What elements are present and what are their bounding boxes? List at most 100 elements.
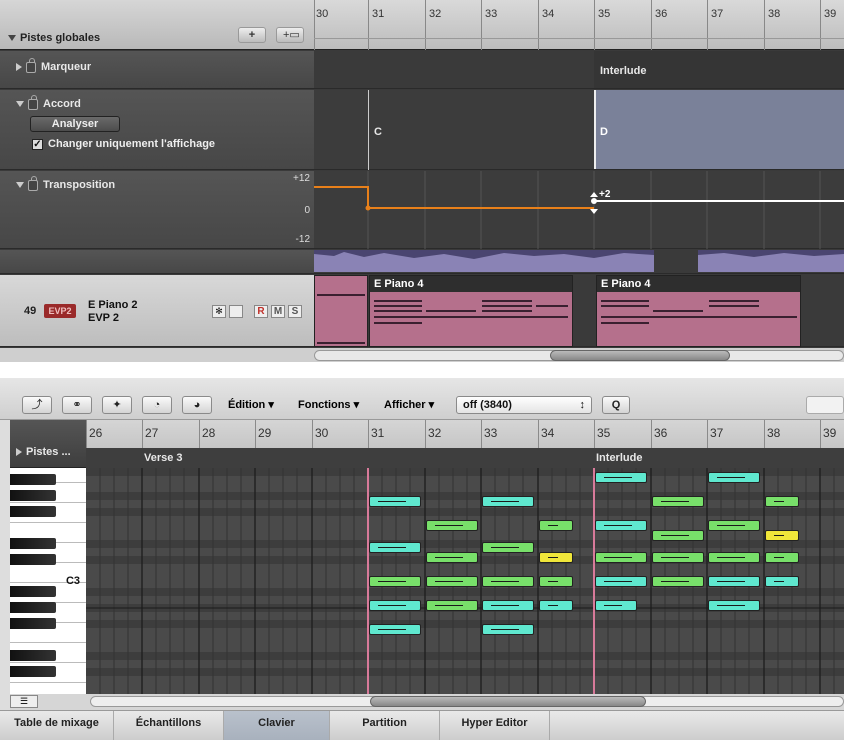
functions-menu[interactable]: Fonctions ▾ [298,398,359,411]
evp-instrument-icon[interactable]: EVP2 [44,304,76,318]
marker-interlude[interactable]: Interlude [600,65,646,77]
midi-note[interactable] [708,552,760,563]
midi-region-e-piano-4[interactable]: E Piano 4 [369,275,573,347]
midi-note[interactable] [595,576,647,587]
midi-note[interactable] [708,472,760,483]
disclosure-triangle-icon[interactable] [16,101,24,108]
marker-verse-3[interactable]: Verse 3 [144,452,183,464]
scroll-thumb[interactable] [370,696,646,707]
midi-note[interactable] [765,530,799,541]
chord-region-d[interactable] [594,90,844,169]
midi-note[interactable] [426,600,478,611]
midi-note[interactable] [539,552,573,563]
add-global-track-button[interactable]: + [238,27,266,43]
note-grid[interactable] [86,468,844,700]
midi-region-e-piano-4[interactable]: E Piano 4 [596,275,801,347]
chord-track-lane[interactable]: C D [314,90,844,170]
tab-piano-roll[interactable]: Clavier [224,711,330,740]
disclosure-triangle-icon[interactable] [16,63,22,72]
marker-track-lane[interactable]: Interlude [314,51,844,89]
lock-icon[interactable] [229,305,243,318]
midi-note[interactable] [595,520,647,531]
marker-track-header[interactable]: Marqueur [0,51,314,89]
midi-note[interactable] [482,542,534,553]
track-name[interactable]: E Piano 2 [88,299,138,311]
tab-score[interactable]: Partition [330,711,440,740]
disclosure-triangle-icon[interactable] [16,448,22,457]
disclosure-triangle-icon[interactable] [8,35,16,42]
midi-note[interactable] [539,520,573,531]
midi-note[interactable] [369,576,421,587]
audio-track-lane[interactable] [314,250,844,274]
edit-menu[interactable]: Édition ▾ [228,398,274,411]
midi-note[interactable] [595,552,647,563]
lock-icon[interactable] [26,57,36,73]
lock-icon[interactable] [28,94,38,110]
midi-note[interactable] [426,576,478,587]
midi-note[interactable] [482,496,534,507]
tab-mixer[interactable]: Table de mixage [0,711,114,740]
catch-button[interactable]: ✦ [102,396,132,414]
editor-bar-ruler[interactable]: 26 27 28 29 30 31 32 33 34 35 36 37 38 3… [86,420,844,468]
view-menu[interactable]: Afficher ▾ [384,398,434,411]
transposition-track-lane[interactable]: +2 [314,171,844,249]
midi-note[interactable] [595,472,647,483]
marker-interlude[interactable]: Interlude [596,452,642,464]
midi-note[interactable] [426,520,478,531]
lock-icon[interactable] [28,175,38,191]
midi-note[interactable] [765,576,799,587]
track-header-e-piano[interactable]: 49 EVP2 E Piano 2 EVP 2 ✻ R M S [0,275,314,347]
tab-hyper-editor[interactable]: Hyper Editor [440,711,550,740]
midi-note[interactable] [708,600,760,611]
scroll-thumb[interactable] [550,350,730,361]
transposition-track-header[interactable]: Transposition +12 0 -12 [0,171,314,249]
midi-in-button[interactable]: ◔ [142,396,172,414]
record-button[interactable]: R [254,305,268,318]
chord-c[interactable]: C [374,126,382,138]
midi-note[interactable] [539,576,573,587]
editor-horizontal-scrollbar[interactable]: ☰ [10,694,844,710]
midi-note[interactable] [652,496,704,507]
analyze-button[interactable]: Analyser [30,116,120,132]
midi-note[interactable] [369,624,421,635]
midi-note[interactable] [708,520,760,531]
chord-d[interactable]: D [600,126,608,138]
checkbox[interactable]: ✓ [32,139,43,150]
midi-note[interactable] [539,600,573,611]
track-list-toggle-icon[interactable]: ☰ [10,695,38,708]
midi-note[interactable] [482,624,534,635]
bar-ruler[interactable]: 30 31 32 33 34 35 36 37 38 39 [314,0,844,50]
midi-note[interactable] [652,530,704,541]
link-button[interactable]: ⚭ [62,396,92,414]
midi-note[interactable] [652,552,704,563]
transposition-curve[interactable] [314,171,844,249]
midi-note[interactable] [652,576,704,587]
midi-note[interactable] [765,552,799,563]
midi-out-button[interactable]: ◕ [182,396,212,414]
midi-note[interactable] [708,576,760,587]
editor-track-list-header[interactable]: Pistes ... [10,420,86,468]
global-tracks-header[interactable]: Pistes globales + +▭ [0,0,314,50]
midi-note[interactable] [595,600,637,611]
track-lane-e-piano[interactable]: E Piano 4 E Piano 4 [314,275,844,347]
midi-note[interactable] [369,600,421,611]
midi-note[interactable] [482,576,534,587]
global-track-config-button[interactable]: +▭ [276,27,304,43]
quantize-button[interactable]: Q [602,396,630,414]
midi-note[interactable] [369,542,421,553]
search-field[interactable] [806,396,844,414]
disclosure-triangle-icon[interactable] [16,182,24,189]
tab-samples[interactable]: Échantillons [114,711,224,740]
midi-region[interactable] [314,275,368,347]
piano-keyboard[interactable]: C3 [10,468,86,700]
quantize-select[interactable]: off (3840) ↕ [456,396,592,414]
midi-note[interactable] [482,600,534,611]
mute-button[interactable]: M [271,305,285,318]
up-arrow-button[interactable]: ⤴ [22,396,52,414]
midi-note[interactable] [426,552,478,563]
solo-button[interactable]: S [288,305,302,318]
chord-track-header[interactable]: Accord Analyser ✓ Changer uniquement l'a… [0,90,314,170]
midi-note[interactable] [765,496,799,507]
horizontal-scrollbar[interactable] [0,348,844,362]
freeze-icon[interactable]: ✻ [212,305,226,318]
